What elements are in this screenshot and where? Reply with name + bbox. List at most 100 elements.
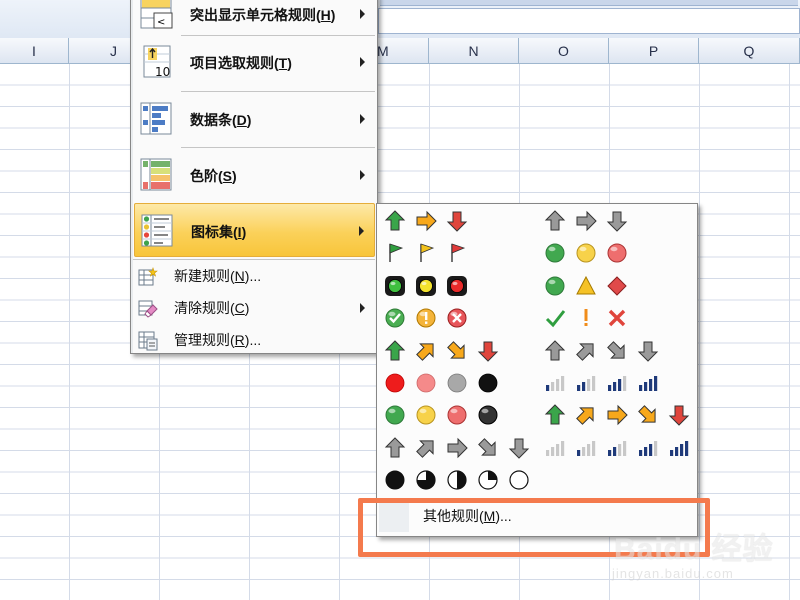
arrow-upright-gray-icon xyxy=(574,339,598,363)
arrow-right-gray-icon xyxy=(574,209,598,233)
icon-set-red-to-black[interactable] xyxy=(381,369,502,397)
icon-set-5-arrows-gray[interactable] xyxy=(381,434,533,462)
top-bottom-rules-icon: 10 xyxy=(140,45,176,79)
quarter-2-icon xyxy=(445,468,469,492)
submenu-arrow-icon xyxy=(359,226,364,236)
data-bars-icon xyxy=(140,102,176,136)
circle-yellow-icon xyxy=(574,241,598,265)
quarter-3-icon xyxy=(414,468,438,492)
ribbon-edge xyxy=(380,0,798,6)
new-rule-icon xyxy=(138,267,158,287)
baidu-jingyan-watermark: Baidu 经验 jingyan.baidu.com xyxy=(606,524,796,594)
menu-item-icon-sets[interactable]: 图标集(I) xyxy=(134,203,375,257)
light-yellow-icon xyxy=(414,274,438,298)
menu-item-new-rule[interactable]: 新建规则(N)... xyxy=(134,261,375,291)
icon-sets-submenu: 其他规则(M)... xyxy=(376,203,698,537)
icon-set-5-arrows-colored[interactable] xyxy=(541,401,693,429)
svg-text:10: 10 xyxy=(155,65,170,79)
arrow-right-yellow-icon xyxy=(605,403,629,427)
check-icon xyxy=(543,306,567,330)
quarter-0-icon xyxy=(507,468,531,492)
arrow-upright-yellow-icon xyxy=(414,339,438,363)
column-header-i[interactable]: I xyxy=(0,38,69,63)
arrow-downright-yellow-icon xyxy=(636,403,660,427)
flag-green-icon xyxy=(383,241,407,265)
circle-red-icon xyxy=(445,403,469,427)
circle-green-icon xyxy=(383,403,407,427)
icon-set-4-ratings[interactable] xyxy=(541,369,662,397)
menu-item-color-scales[interactable]: 色阶(S) xyxy=(134,148,375,202)
bars-3-icon xyxy=(636,436,660,460)
icon-set-5-ratings[interactable] xyxy=(541,434,693,462)
color-scales-icon xyxy=(140,158,176,192)
menu-item-top-bottom-rules[interactable]: 10 项目选取规则(T) xyxy=(134,35,375,89)
icon-set-4-traffic-lights[interactable] xyxy=(381,401,502,429)
triangle-yellow-icon xyxy=(574,274,598,298)
menu-separator xyxy=(133,259,375,260)
submenu-arrow-icon xyxy=(360,303,365,313)
x-circle-icon xyxy=(445,306,469,330)
menu-item-label: 色阶(S) xyxy=(190,168,237,184)
formula-bar xyxy=(0,0,800,39)
menu-item-clear-rules[interactable]: 清除规则(C) xyxy=(134,293,375,323)
arrow-downright-yellow-icon xyxy=(445,339,469,363)
arrow-right-yellow-icon xyxy=(414,209,438,233)
quarter-4-icon xyxy=(383,468,407,492)
column-header-o[interactable]: O xyxy=(519,38,609,63)
icon-set-3-arrows-colored[interactable] xyxy=(381,207,471,235)
menu-item-data-bars[interactable]: 数据条(D) xyxy=(134,92,375,146)
bars-4-icon xyxy=(636,371,660,395)
arrow-down-gray-icon xyxy=(636,339,660,363)
highlight-cells-rules-icon: < xyxy=(140,0,176,31)
submenu-arrow-icon xyxy=(360,57,365,67)
arrow-up-gray-icon xyxy=(543,209,567,233)
arrow-up-green-icon xyxy=(543,403,567,427)
dot-gray-icon xyxy=(445,371,469,395)
icon-set-3-traffic-lights-unrimmed[interactable] xyxy=(541,239,631,267)
manage-rules-icon xyxy=(138,331,158,351)
arrow-up-gray-icon xyxy=(383,436,407,460)
dot-pink-icon xyxy=(414,371,438,395)
icon-set-3-traffic-lights-rimmed[interactable] xyxy=(381,272,471,300)
dot-red-icon xyxy=(383,371,407,395)
column-header-p[interactable]: P xyxy=(609,38,699,63)
flag-red-icon xyxy=(445,241,469,265)
arrow-downright-gray-icon xyxy=(476,436,500,460)
icon-set-3-symbols-circled[interactable] xyxy=(381,304,471,332)
icon-set-5-quarters[interactable] xyxy=(381,466,533,494)
icon-set-4-arrows-gray[interactable] xyxy=(541,337,662,365)
circle-green-icon xyxy=(543,274,567,298)
menu-item-manage-rules[interactable]: 管理规则(R)... xyxy=(134,325,375,355)
watermark-url: jingyan.baidu.com xyxy=(612,566,734,581)
icon-set-3-flags[interactable] xyxy=(381,239,471,267)
menu-item-label: 数据条(D) xyxy=(190,112,252,128)
arrow-up-green-icon xyxy=(383,209,407,233)
exclaim-icon xyxy=(574,306,598,330)
light-red-icon xyxy=(445,274,469,298)
arrow-right-gray-icon xyxy=(445,436,469,460)
bars-2-icon xyxy=(574,371,598,395)
column-headers: I J K L M N O P Q xyxy=(0,38,800,64)
icon-set-4-arrows-colored[interactable] xyxy=(381,337,502,365)
exclaim-circle-icon xyxy=(414,306,438,330)
column-header-q[interactable]: Q xyxy=(699,38,800,63)
svg-text:<: < xyxy=(157,17,165,28)
bars-0-icon xyxy=(543,436,567,460)
clear-rules-icon xyxy=(138,299,158,319)
icon-set-3-arrows-gray[interactable] xyxy=(541,207,631,235)
icon-set-3-symbols-uncircled[interactable] xyxy=(541,304,631,332)
submenu-arrow-icon xyxy=(360,9,365,19)
arrow-downright-gray-icon xyxy=(605,339,629,363)
arrow-down-red-icon xyxy=(667,403,691,427)
formula-input[interactable] xyxy=(378,8,800,34)
circle-green-icon xyxy=(543,241,567,265)
arrow-down-gray-icon xyxy=(507,436,531,460)
arrow-down-red-icon xyxy=(445,209,469,233)
icon-set-3-signs[interactable] xyxy=(541,272,631,300)
bars-1-icon xyxy=(574,436,598,460)
diamond-red-icon xyxy=(605,274,629,298)
x-icon xyxy=(605,306,629,330)
watermark-logo: Baidu 经验 xyxy=(614,533,774,566)
column-header-n[interactable]: N xyxy=(429,38,519,63)
circle-yellow-icon xyxy=(414,403,438,427)
